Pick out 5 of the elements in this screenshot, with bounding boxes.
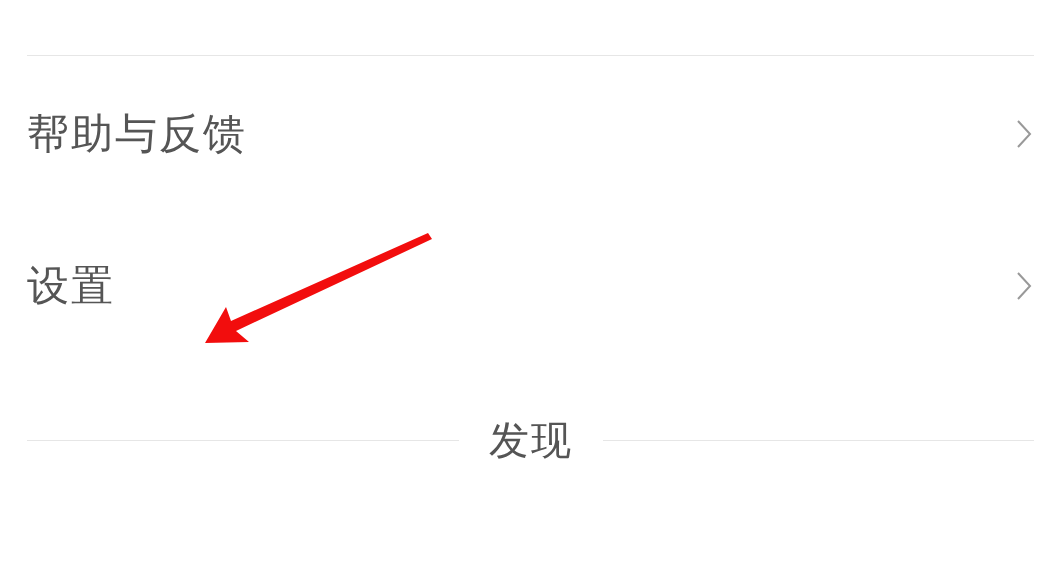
chevron-right-icon	[1016, 119, 1032, 149]
section-header: 发现	[488, 415, 573, 465]
menu-item[interactable]: 设置	[27, 210, 1034, 362]
menu-item[interactable]: 帮助与反馈	[27, 58, 1034, 210]
chevron-right-icon	[1016, 271, 1032, 301]
